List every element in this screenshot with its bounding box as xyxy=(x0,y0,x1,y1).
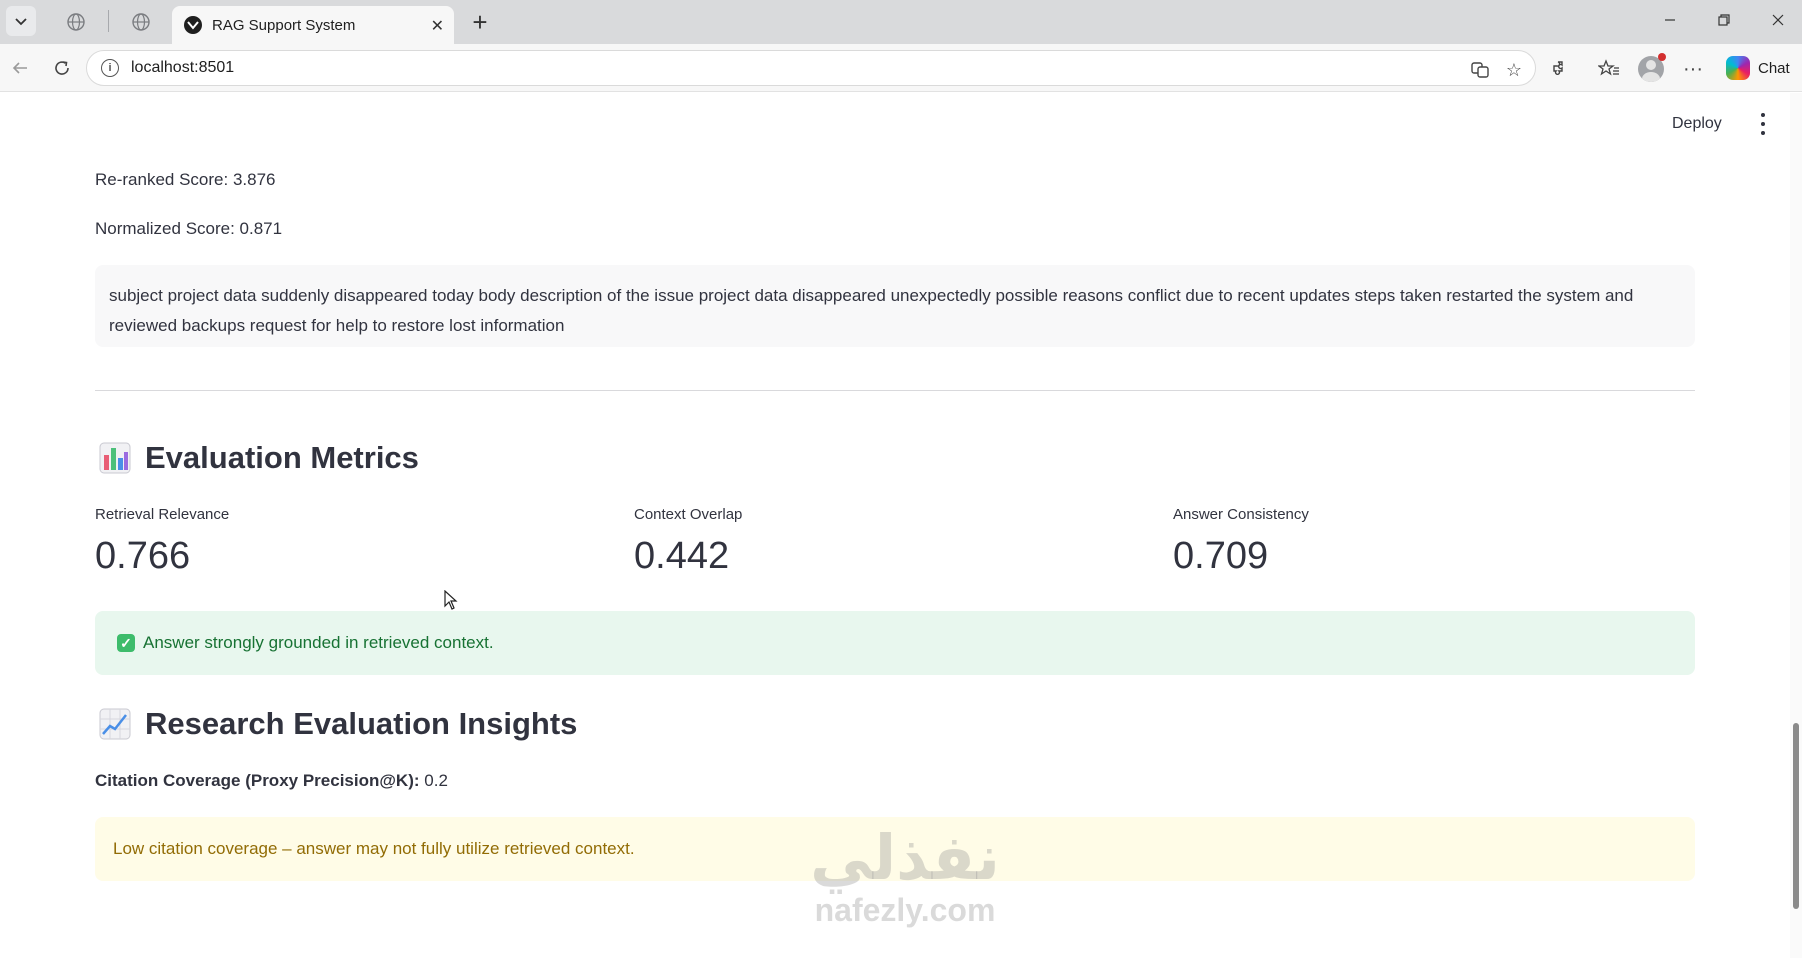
close-tab-icon[interactable]: ✕ xyxy=(431,16,444,36)
metric-value: 0.442 xyxy=(634,535,730,577)
metric-answer-consistency: Answer Consistency 0.709 xyxy=(1173,506,1633,578)
new-tab-button[interactable]: + xyxy=(466,8,494,36)
more-options-icon[interactable]: ··· xyxy=(1680,56,1706,82)
globe-icon xyxy=(132,13,150,31)
metric-value: 0.766 xyxy=(95,535,191,577)
main-menu-icon[interactable] xyxy=(1756,113,1770,135)
tab-globe-1[interactable] xyxy=(62,8,90,36)
star-icon[interactable]: ☆ xyxy=(1503,59,1525,81)
browser-toolbar: i localhost:8501 ☆ ··· Chat xyxy=(0,44,1802,92)
minimize-button[interactable] xyxy=(1650,8,1690,32)
copilot-chat-button[interactable]: Chat xyxy=(1722,52,1794,84)
page-scrollbar[interactable] xyxy=(1790,93,1802,958)
copilot-icon xyxy=(1726,56,1750,80)
favorites-icon[interactable] xyxy=(1596,56,1622,82)
success-message: Answer strongly grounded in retrieved co… xyxy=(143,633,494,652)
warning-message: Low citation coverage – answer may not f… xyxy=(113,839,635,858)
tab-active[interactable]: RAG Support System ✕ xyxy=(172,6,454,44)
research-heading-text: Research Evaluation Insights xyxy=(145,706,578,741)
reload-icon xyxy=(55,61,69,75)
citation-label: Citation Coverage (Proxy Precision@K): xyxy=(95,771,420,790)
scrollbar-thumb[interactable] xyxy=(1793,723,1799,909)
restore-button[interactable] xyxy=(1704,8,1744,32)
watermark-arabic: نفذلي xyxy=(810,821,1000,894)
reload-button[interactable] xyxy=(48,54,76,82)
minimize-icon xyxy=(1665,19,1675,21)
back-button[interactable] xyxy=(6,54,34,82)
metric-label: Answer Consistency xyxy=(1173,506,1309,523)
citation-value: 0.2 xyxy=(424,771,448,790)
research-insights-heading: Research Evaluation Insights xyxy=(99,706,577,742)
tab-globe-2[interactable] xyxy=(127,8,155,36)
browser-tab-bar: RAG Support System ✕ + xyxy=(0,0,1802,44)
address-url[interactable]: localhost:8501 xyxy=(131,59,234,77)
reranked-score: Re-ranked Score: 3.876 xyxy=(95,170,276,189)
success-alert: ✓ Answer strongly grounded in retrieved … xyxy=(95,611,1695,675)
watermark: نفذلي nafezly.com xyxy=(790,821,1020,928)
deploy-button[interactable]: Deploy xyxy=(1672,115,1722,133)
metric-value: 0.709 xyxy=(1173,535,1269,577)
watermark-latin: nafezly.com xyxy=(814,892,996,928)
tab-list-button[interactable] xyxy=(6,6,36,36)
chart-increasing-icon xyxy=(99,708,131,740)
metric-label: Context Overlap xyxy=(634,506,743,523)
notification-dot xyxy=(1658,53,1666,61)
tab-separator xyxy=(108,10,109,32)
divider xyxy=(95,390,1695,391)
tab-title: RAG Support System xyxy=(212,16,356,34)
retrieved-document: subject project data suddenly disappeare… xyxy=(95,265,1695,347)
close-icon xyxy=(1772,14,1784,26)
close-window-button[interactable] xyxy=(1758,8,1798,32)
chevron-down-icon xyxy=(15,18,27,26)
metric-retrieval-relevance: Retrieval Relevance 0.766 xyxy=(95,506,555,578)
check-mark-icon: ✓ xyxy=(117,634,135,652)
metric-context-overlap: Context Overlap 0.442 xyxy=(634,506,1094,578)
arrow-left-icon xyxy=(12,62,27,74)
globe-icon xyxy=(67,13,85,31)
translate-icon[interactable] xyxy=(1469,59,1491,81)
site-info-icon[interactable]: i xyxy=(101,59,119,77)
evaluation-heading-text: Evaluation Metrics xyxy=(145,440,419,475)
bar-chart-icon xyxy=(99,442,131,474)
citation-coverage: Citation Coverage (Proxy Precision@K): 0… xyxy=(95,771,448,791)
normalized-score: Normalized Score: 0.871 xyxy=(95,219,283,238)
evaluation-metrics-heading: Evaluation Metrics xyxy=(99,440,419,476)
mouse-cursor-icon xyxy=(444,590,458,610)
restore-icon xyxy=(1718,14,1730,26)
metric-label: Retrieval Relevance xyxy=(95,506,230,523)
streamlit-favicon-icon xyxy=(184,16,202,34)
streamlit-app: Deploy Re-ranked Score: 3.876 Normalized… xyxy=(0,93,1802,958)
chat-label: Chat xyxy=(1758,59,1790,77)
address-bar[interactable]: i localhost:8501 ☆ xyxy=(86,50,1536,86)
extensions-icon[interactable] xyxy=(1548,56,1574,82)
